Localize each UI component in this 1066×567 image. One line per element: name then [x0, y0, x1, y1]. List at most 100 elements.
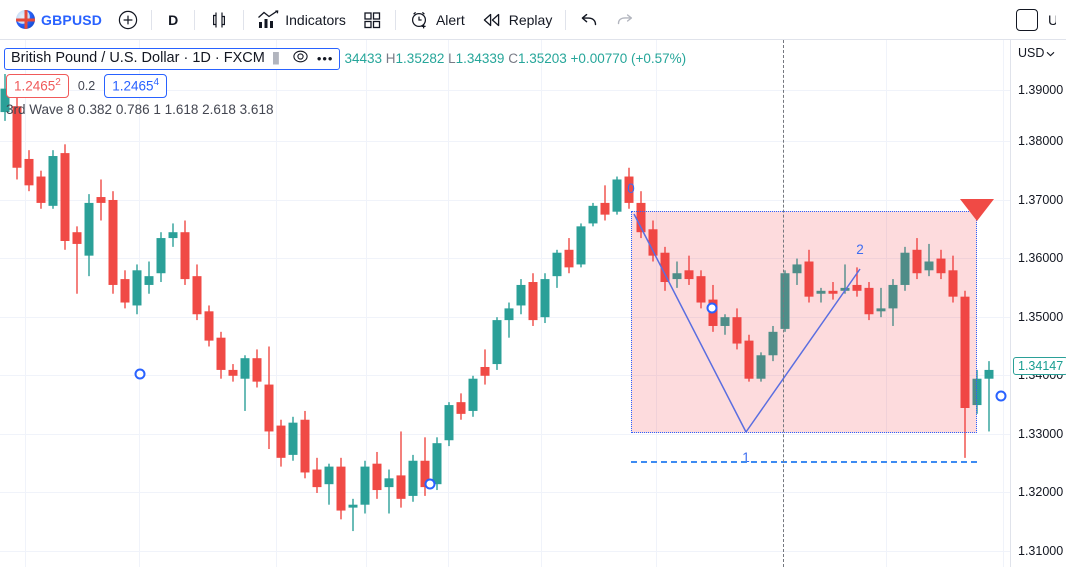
chart-style-icon[interactable]	[272, 51, 279, 65]
candle-body	[432, 443, 442, 485]
wave-indicator-label[interactable]: 3rd Wave 8 0.382 0.786 1 1.618 2.618 3.6…	[0, 102, 1010, 117]
undo-button[interactable]	[571, 5, 607, 35]
replay-label: Replay	[508, 11, 553, 28]
symbol-selector[interactable]: GBPUSD	[8, 5, 110, 35]
toolbar-divider	[194, 9, 196, 30]
eye-visibility-icon[interactable]	[293, 50, 308, 67]
price-tick: 1.35000	[1018, 310, 1064, 324]
bearish-target-triangle-icon[interactable]	[960, 199, 994, 221]
candle-body	[312, 469, 322, 488]
pattern-zone-box[interactable]	[631, 211, 977, 433]
indicator-pill-blue[interactable]: 1.24654	[104, 74, 168, 98]
candle-body	[588, 205, 598, 224]
pill-blue-sup: 4	[153, 77, 160, 89]
candle-body	[516, 284, 526, 306]
chart-legend: British Pound / U.S. Dollar · 1D · FXCM …	[0, 46, 1010, 117]
ohlc-readout: 34433 H1.35282 L1.34339 C1.35203 +0.0077…	[344, 51, 686, 66]
legend-icon-group: •••	[272, 50, 334, 67]
toolbar-right-group: U	[1016, 8, 1058, 31]
candle-body	[132, 270, 142, 306]
gridline-vertical	[1003, 40, 1004, 567]
ohlc-change-pct: (+0.57%)	[631, 51, 687, 66]
add-symbol-button[interactable]	[110, 5, 146, 35]
candle-body	[192, 276, 202, 315]
chevron-down-icon	[1046, 46, 1055, 60]
wave-label-2: 2	[856, 242, 864, 257]
candle-body	[384, 478, 394, 488]
replay-button[interactable]: Replay	[473, 5, 561, 35]
page-title: British Pound / U.S. Dollar · 1D · FXCM	[11, 50, 265, 66]
undo-arrow-icon	[579, 11, 599, 29]
symbol-title-box[interactable]: British Pound / U.S. Dollar · 1D · FXCM …	[4, 47, 341, 70]
price-tick: 1.39000	[1018, 83, 1064, 97]
symbol-label: GBPUSD	[41, 11, 103, 28]
currency-label: USD	[1018, 46, 1045, 60]
alert-label: Alert	[435, 11, 465, 28]
ohlc-low-label: L	[448, 51, 456, 66]
gridline-horizontal	[0, 492, 1010, 493]
candle-body	[396, 475, 406, 499]
current-price-badge: 1.34147	[1013, 357, 1066, 375]
candle-body	[48, 156, 58, 206]
layout-button[interactable]	[354, 5, 390, 35]
ohlc-close: 1.35203	[517, 51, 567, 66]
gridline-horizontal	[0, 141, 1010, 142]
fullscreen-button[interactable]	[1016, 8, 1038, 31]
redo-arrow-icon	[615, 11, 635, 29]
toolbar-divider	[394, 9, 396, 30]
candle-body	[348, 504, 358, 508]
redo-button[interactable]	[607, 5, 643, 35]
gridline-vertical	[541, 40, 542, 567]
tradingview-chart-app: GBPUSD D Indicators Alert Replay U 0 1 2…	[0, 0, 1066, 567]
currency-selector[interactable]: USD	[1011, 40, 1066, 60]
candle-body	[36, 176, 46, 203]
more-options-icon[interactable]: •••	[317, 52, 334, 65]
gridline-vertical	[25, 40, 26, 567]
datapoint-marker[interactable]	[134, 368, 146, 380]
candlestick-icon	[208, 9, 230, 31]
pattern-target-line[interactable]	[631, 461, 977, 463]
legend-title-row: British Pound / U.S. Dollar · 1D · FXCM …	[0, 46, 1010, 71]
candle-body	[252, 358, 262, 382]
indicators-button[interactable]: Indicators	[249, 5, 354, 35]
datapoint-marker[interactable]	[995, 390, 1007, 402]
candle-body	[504, 308, 514, 321]
candle-body	[276, 425, 286, 458]
ohlc-low: 1.34339	[455, 51, 505, 66]
candle-body	[120, 279, 130, 303]
candle-body	[612, 179, 622, 212]
toolbar-divider	[565, 9, 567, 30]
replay-rewind-icon	[481, 12, 503, 28]
indicator-pill-red[interactable]: 1.24652	[6, 74, 69, 98]
price-tick: 1.37000	[1018, 193, 1064, 207]
gridline-vertical	[276, 40, 277, 567]
candle-body	[144, 276, 154, 285]
interval-selector[interactable]: D	[157, 5, 189, 35]
ohlc-high: 1.35282	[395, 51, 445, 66]
gridline-horizontal	[0, 434, 1010, 435]
price-tick: 1.31000	[1018, 544, 1064, 558]
cut-off-label: U	[1048, 11, 1056, 28]
gridline-horizontal	[0, 551, 1010, 552]
candle-body	[264, 384, 274, 432]
price-axis[interactable]: USD 1.39000 1.38000 1.37000 1.36000 1.35000 1…	[1010, 40, 1066, 567]
candle-body	[360, 466, 370, 505]
alert-button[interactable]: Alert	[401, 5, 473, 35]
candle-body	[600, 202, 610, 215]
gridline-vertical	[448, 40, 449, 567]
datapoint-marker[interactable]	[706, 302, 718, 314]
chart-canvas[interactable]: 0 1 2	[0, 40, 1010, 567]
datapoint-marker[interactable]	[424, 478, 436, 490]
candle-body	[108, 199, 118, 285]
alarm-clock-icon	[409, 9, 430, 30]
ohlc-change: +0.00770	[570, 51, 628, 66]
candle-body	[204, 311, 214, 341]
candle-body	[300, 419, 310, 473]
toolbar-divider	[243, 9, 245, 30]
wave-label-0: 0	[627, 181, 635, 196]
chart-type-button[interactable]	[200, 5, 238, 35]
pill-red-sup: 2	[55, 77, 61, 89]
candle-body	[168, 232, 178, 239]
candle-body	[456, 402, 466, 414]
indicator-middle-value: 0.2	[77, 79, 96, 93]
